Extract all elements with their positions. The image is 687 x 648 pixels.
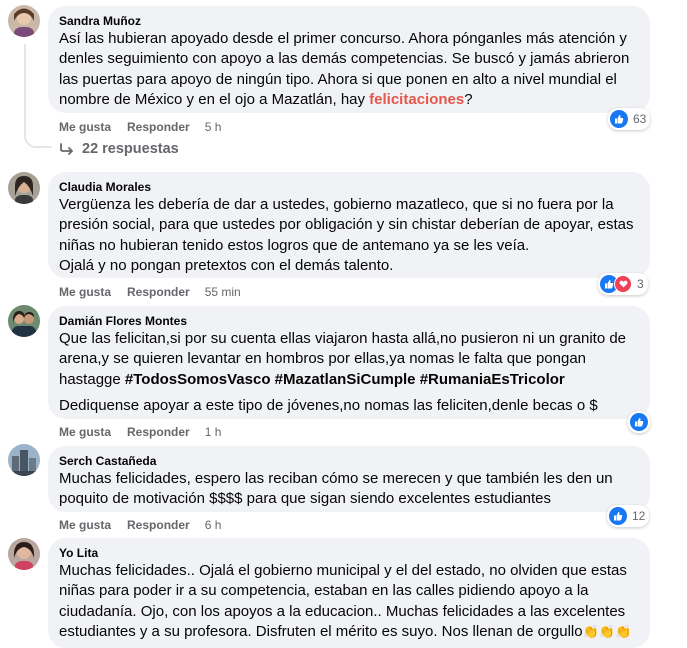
comment-text: Muchas felicidades, espero las reciban c… <box>59 470 613 508</box>
comment-text-part: Muchas felicidades.. Ojalá el gobierno m… <box>59 562 627 640</box>
like-reaction-icon <box>630 413 648 431</box>
comment-text-end: ? <box>464 90 473 108</box>
reply-action[interactable]: Responder <box>127 284 190 300</box>
comment-time[interactable]: 1 h <box>205 424 222 440</box>
avatar[interactable] <box>8 444 40 476</box>
love-reaction-icon <box>614 275 632 293</box>
comment-actions: Me gusta Responder 5 h <box>59 119 221 135</box>
like-action[interactable]: Me gusta <box>59 424 111 440</box>
comment-text: Vergüenza les debería de dar a ustedes, … <box>59 196 634 254</box>
hashtags[interactable]: #TodosSomosVasco #MazatlanSiCumple #Ruma… <box>125 371 565 388</box>
comment-bubble: Claudia Morales Vergüenza les debería de… <box>48 172 650 278</box>
comment-text-second: Dediquense apoyar a este tipo de jóvenes… <box>59 396 598 414</box>
comment-time[interactable]: 6 h <box>205 517 222 533</box>
comment-author[interactable]: Claudia Morales <box>59 179 638 195</box>
like-action[interactable]: Me gusta <box>59 517 111 533</box>
like-action[interactable]: Me gusta <box>59 284 111 300</box>
reaction-count: 12 <box>632 509 646 523</box>
comment-text: Así las hubieran apoyado desde el primer… <box>59 29 638 110</box>
comment-actions: Me gusta Responder 6 h <box>59 517 221 533</box>
comment-bubble: Yo Lita Muchas felicidades.. Ojalá el go… <box>48 538 650 648</box>
clapping-emoji: 👏👏👏 <box>582 623 632 639</box>
comment-actions: Me gusta Responder 55 min <box>59 284 241 300</box>
reaction-summary[interactable] <box>628 411 650 433</box>
comment-bubble: Serch Castañeda Muchas felicidades, espe… <box>48 446 650 512</box>
avatar[interactable] <box>8 172 40 204</box>
like-action[interactable]: Me gusta <box>59 119 111 135</box>
comment-bubble: Sandra Muñoz Así las hubieran apoyado de… <box>48 6 650 113</box>
comment-time[interactable]: 5 h <box>205 119 222 135</box>
highlighted-word: felicitaciones <box>369 90 465 108</box>
reaction-summary[interactable]: 3 <box>598 273 648 295</box>
like-reaction-icon <box>610 110 628 128</box>
avatar[interactable] <box>8 538 40 570</box>
avatar[interactable] <box>8 5 40 37</box>
reply-action[interactable]: Responder <box>127 517 190 533</box>
comment-bubble: Damián Flores Montes Que las felicitan,s… <box>48 306 650 419</box>
comment-text: Muchas felicidades.. Ojalá el gobierno m… <box>59 561 638 642</box>
avatar[interactable] <box>8 305 40 337</box>
like-reaction-icon <box>609 507 627 525</box>
view-replies-link[interactable]: 22 respuestas <box>60 141 179 157</box>
comment-actions: Me gusta Responder 1 h <box>59 424 221 440</box>
reaction-summary[interactable]: 12 <box>607 505 650 527</box>
comment-author[interactable]: Sandra Muñoz <box>59 13 638 29</box>
reply-arrow-icon <box>60 143 73 155</box>
comment-time[interactable]: 55 min <box>205 284 241 300</box>
reply-action[interactable]: Responder <box>127 424 190 440</box>
comment-text-part: Así las hubieran apoyado desde el primer… <box>59 30 630 108</box>
comment-text: Que las felicitan,si por su cuenta ellas… <box>59 329 638 390</box>
comment-author[interactable]: Damián Flores Montes <box>59 313 638 329</box>
reaction-count: 3 <box>637 277 644 291</box>
comment-author[interactable]: Serch Castañeda <box>59 453 638 469</box>
reaction-summary[interactable]: 63 <box>608 108 651 130</box>
reply-action[interactable]: Responder <box>127 119 190 135</box>
comment-text-second: Ojalá y no pongan pretextos con el demás… <box>59 256 394 274</box>
replies-count: 22 respuestas <box>82 141 179 157</box>
reaction-count: 63 <box>633 112 647 126</box>
comment-author[interactable]: Yo Lita <box>59 545 638 561</box>
